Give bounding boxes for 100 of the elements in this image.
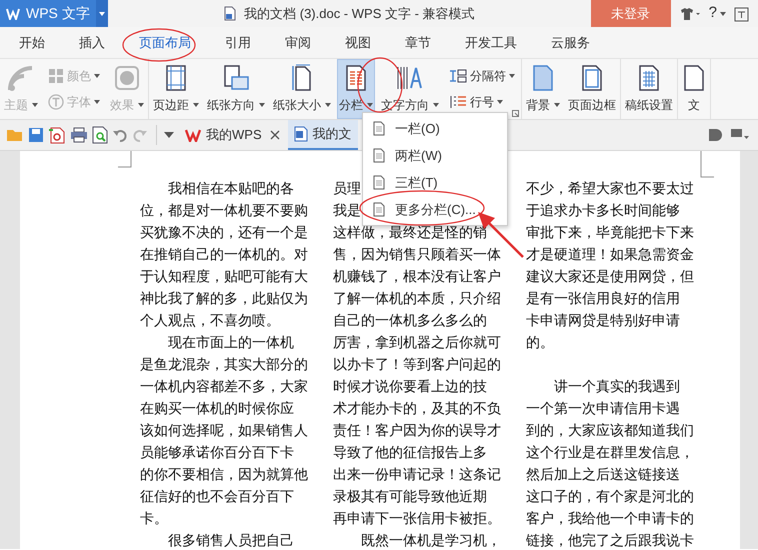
document-icon — [294, 126, 308, 142]
ribbon-tab[interactable]: 引用 — [208, 27, 268, 58]
page-color-icon — [531, 64, 555, 92]
page-icon — [373, 148, 385, 163]
text-line: 然后加上之后送这链接送 — [526, 465, 680, 484]
ribbon-button[interactable]: 文 — [680, 59, 708, 119]
text-line: 出来一份申请记录！这条记 — [333, 465, 501, 484]
text-line: 售，因为销售只顾着买一体 — [333, 245, 501, 264]
ribbon-tab[interactable]: 页面布局 — [122, 27, 208, 58]
document-icon — [224, 6, 236, 21]
text-line: 于追求办卡多长时间能够 — [526, 201, 680, 220]
ribbon-tab[interactable]: 云服务 — [534, 27, 607, 58]
page-icon — [682, 64, 706, 92]
text-line: 导致了他的征信报告上多 — [333, 443, 487, 462]
crop-mark — [118, 151, 132, 168]
text-line: 一体机内容都差不多，大家 — [140, 377, 308, 396]
print-icon[interactable] — [70, 127, 88, 143]
text-line: 个人观点，不喜勿喷。 — [140, 311, 280, 330]
help-button[interactable]: ? — [708, 2, 726, 25]
caret-icon — [99, 12, 105, 16]
text-line: 再申请下一张信用卡被拒。 — [333, 509, 501, 528]
text-line: 责任！客户因为你的误导才 — [333, 421, 501, 440]
text-line: 卡。 — [140, 509, 168, 528]
page-size-icon — [290, 64, 314, 92]
ribbon-button[interactable]: 稿纸设置 — [623, 59, 675, 119]
text-line: 的你不要相信，因为就算他 — [140, 465, 308, 484]
text-line: 卡申请网贷是特别好申请 — [526, 311, 680, 330]
text-line: 术才能办卡的，及其的不负 — [333, 399, 501, 418]
document-tab[interactable]: 我的文 — [288, 120, 358, 150]
ribbon-tab[interactable]: 开始 — [2, 27, 62, 58]
line-numbers-icon — [449, 94, 467, 110]
text-direction-icon — [395, 64, 425, 92]
page-icon — [373, 202, 385, 217]
print-preview-icon[interactable] — [92, 126, 108, 144]
ribbon-button[interactable]: 分隔符 — [445, 64, 519, 88]
menu-item[interactable]: 更多分栏(C)... — [363, 196, 507, 223]
text-line: 在购买一体机的时候你应 — [140, 399, 294, 418]
text-line: 是有一张信用良好的信用 — [526, 289, 680, 308]
close-icon[interactable] — [270, 130, 280, 140]
ribbon-tab[interactable]: 审阅 — [268, 27, 328, 58]
text-line: 了解一体机的本质，只介绍 — [333, 289, 501, 308]
text-line: 链接，他完了之后跟我说卡 — [526, 531, 694, 550]
text-line: 建议大家还是使用网贷，但 — [526, 267, 694, 286]
ribbon-tab[interactable]: 章节 — [388, 27, 448, 58]
ribbon-tab[interactable]: 视图 — [328, 27, 388, 58]
page-icon — [373, 175, 385, 190]
page-icon — [373, 121, 385, 136]
w-logo-icon — [185, 128, 201, 142]
restore-icon[interactable] — [734, 6, 750, 22]
text-line: 才是硬道理！如果急需资金 — [526, 245, 694, 264]
text-line: 的。 — [526, 333, 554, 352]
ribbon-tab[interactable]: 开发工具 — [448, 27, 534, 58]
text-line: 审批下来，毕竟能把卡下来 — [526, 223, 694, 242]
break-icon — [449, 68, 467, 84]
menu-item[interactable]: 两栏(W) — [363, 142, 507, 169]
text-line: 这样做，最终还是怪的销 — [333, 223, 487, 242]
ribbon-button[interactable]: 页边距 — [151, 59, 201, 119]
ribbon-button[interactable]: 背景 — [524, 59, 562, 119]
crop-mark — [700, 151, 714, 178]
app-menu-button[interactable]: WPS 文字 — [0, 0, 108, 27]
w-logo-icon — [6, 8, 20, 20]
text-line: 员理 — [333, 179, 361, 198]
text-line: 买犹豫不决的，还有一个是 — [140, 223, 308, 242]
text-line: 征信好的也不会百分百下 — [140, 487, 294, 506]
text-line: 员能够承诺你百分百下卡 — [140, 443, 294, 462]
save-icon[interactable] — [28, 127, 44, 143]
page-margins-icon — [164, 64, 188, 92]
text-line: 既然一体机是学习机， — [360, 531, 501, 550]
text-line: 我是 — [333, 201, 361, 220]
text-line: 以办卡了！等到客户问起的 — [333, 355, 501, 374]
columns-icon — [344, 64, 368, 92]
export-icon[interactable] — [48, 126, 66, 144]
dialog-launcher-icon[interactable] — [512, 110, 519, 117]
shirt-icon[interactable] — [678, 6, 701, 20]
text-line: 我相信在本贴吧的各 — [167, 179, 294, 198]
text-line: 是鱼龙混杂，其实大部分的 — [140, 355, 308, 374]
text-line: 很多销售人员把自己 — [167, 531, 294, 550]
text-line: 到的，大家应该都知道我们 — [526, 421, 694, 440]
document-tab[interactable]: 我的WPS — [179, 120, 268, 150]
page-border-icon — [580, 64, 604, 92]
text-line: 这口子的，有个家是河北的 — [526, 487, 694, 506]
ribbon-button[interactable]: 分栏 — [337, 59, 375, 119]
ribbon-tab[interactable]: 插入 — [62, 27, 122, 58]
text-line: 这个行业是在群里发信息， — [526, 443, 694, 462]
grid-paper-icon — [637, 64, 661, 92]
text-line: 于认知程度，贴吧可能有大 — [140, 267, 308, 286]
text-line: 讲一个真实的我遇到 — [553, 377, 680, 396]
undo-icon[interactable] — [112, 127, 128, 143]
window-title: 我的文档 (3).doc - WPS 文字 - 兼容模式 — [244, 4, 475, 23]
text-line: 神比我了解的多，此贴仅为 — [140, 289, 308, 308]
text-line: 时候才说你要看上边的技 — [333, 377, 487, 396]
menu-item[interactable]: 三栏(T) — [363, 169, 507, 196]
ribbon-button[interactable]: 纸张大小 — [271, 59, 333, 119]
ribbon-button[interactable]: 纸张方向 — [205, 59, 267, 119]
text-line: 现在市面上的一体机 — [167, 333, 294, 352]
font-icon — [48, 94, 64, 110]
text-line: 位，都是对一体机要不要购 — [140, 201, 308, 220]
text-line: 录极其有可能导致他近期 — [333, 487, 487, 506]
ribbon-button[interactable]: 页面边框 — [566, 59, 618, 119]
dropdown-arrow-icon[interactable] — [163, 131, 175, 139]
